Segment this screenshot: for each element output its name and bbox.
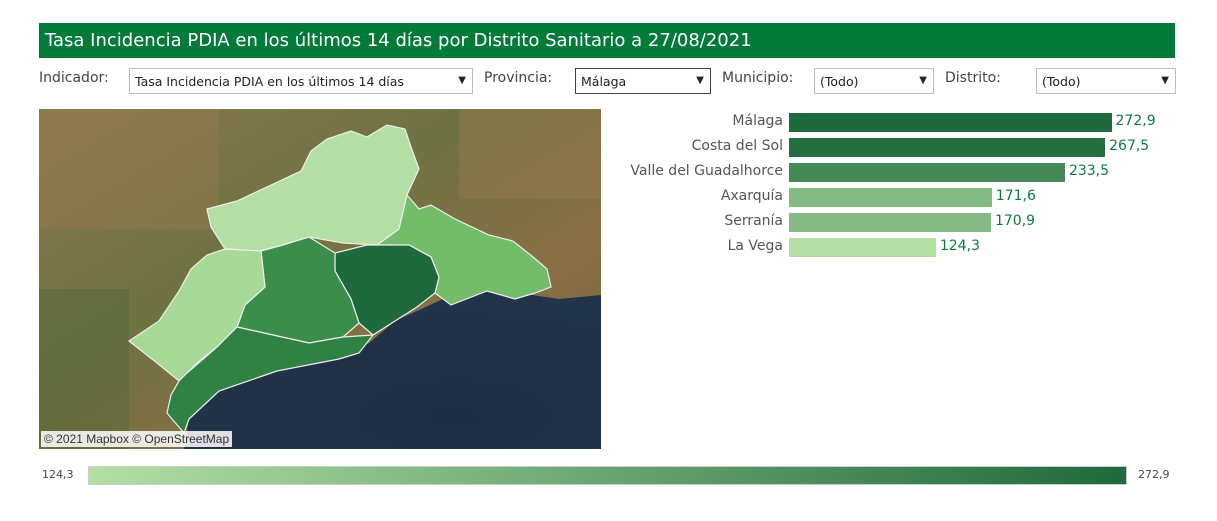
bar[interactable] <box>789 138 1106 157</box>
bar[interactable] <box>789 238 936 257</box>
bar[interactable] <box>789 213 991 232</box>
legend-min-value: 124,3 <box>42 468 74 481</box>
indicador-select[interactable]: Tasa Incidencia PDIA en los últimos 14 d… <box>129 68 473 94</box>
legend-max-value: 272,9 <box>1138 468 1170 481</box>
provincia-value: Málaga <box>581 74 627 89</box>
bar-label: Costa del Sol <box>691 138 783 154</box>
bar-label: La Vega <box>727 238 783 254</box>
bar-value-label: 171,6 <box>995 188 1036 204</box>
map-texture-2 <box>459 109 601 199</box>
distrito-select[interactable]: (Todo) ▼ <box>1036 68 1176 94</box>
distrito-label: Distrito: <box>945 70 1001 86</box>
bar-label: Málaga <box>732 113 783 129</box>
chevron-down-icon: ▼ <box>919 75 927 86</box>
bar-value-label: 272,9 <box>1115 113 1156 129</box>
district-bar-chart: Málaga 272,9 Costa del Sol 267,5 Valle del G… <box>610 109 1170 269</box>
municipio-value: (Todo) <box>820 74 859 89</box>
bar[interactable] <box>789 163 1065 182</box>
bar-label: Serranía <box>724 213 783 229</box>
provincia-select[interactable]: Málaga ▼ <box>575 68 711 94</box>
indicador-value: Tasa Incidencia PDIA en los últimos 14 d… <box>135 74 404 89</box>
chevron-down-icon: ▼ <box>458 75 466 86</box>
bar-label: Valle del Guadalhorce <box>630 163 783 179</box>
bar-value-label: 124,3 <box>939 238 980 254</box>
distrito-value: (Todo) <box>1042 74 1081 89</box>
bar[interactable] <box>789 188 992 207</box>
map-texture-3 <box>39 289 129 449</box>
district-map[interactable]: © 2021 Mapbox © OpenStreetMap <box>39 109 601 449</box>
bar-value-label: 233,5 <box>1068 163 1110 179</box>
map-texture-1 <box>39 109 219 229</box>
indicador-label: Indicador: <box>39 70 109 86</box>
chevron-down-icon: ▼ <box>696 75 704 86</box>
map-canvas <box>39 109 601 449</box>
bar-value-label: 170,9 <box>994 213 1036 229</box>
page-title: Tasa Incidencia PDIA en los últimos 14 d… <box>39 23 1175 58</box>
bar-value-label: 267,5 <box>1109 138 1150 154</box>
municipio-label: Municipio: <box>722 70 794 86</box>
provincia-label: Provincia: <box>484 70 553 86</box>
bar[interactable] <box>789 113 1112 132</box>
color-scale-legend <box>88 466 1127 485</box>
bar-label: Axarquía <box>720 188 783 204</box>
map-attribution: © 2021 Mapbox © OpenStreetMap <box>41 431 233 447</box>
chevron-down-icon: ▼ <box>1161 75 1169 86</box>
municipio-select[interactable]: (Todo) ▼ <box>814 68 934 94</box>
